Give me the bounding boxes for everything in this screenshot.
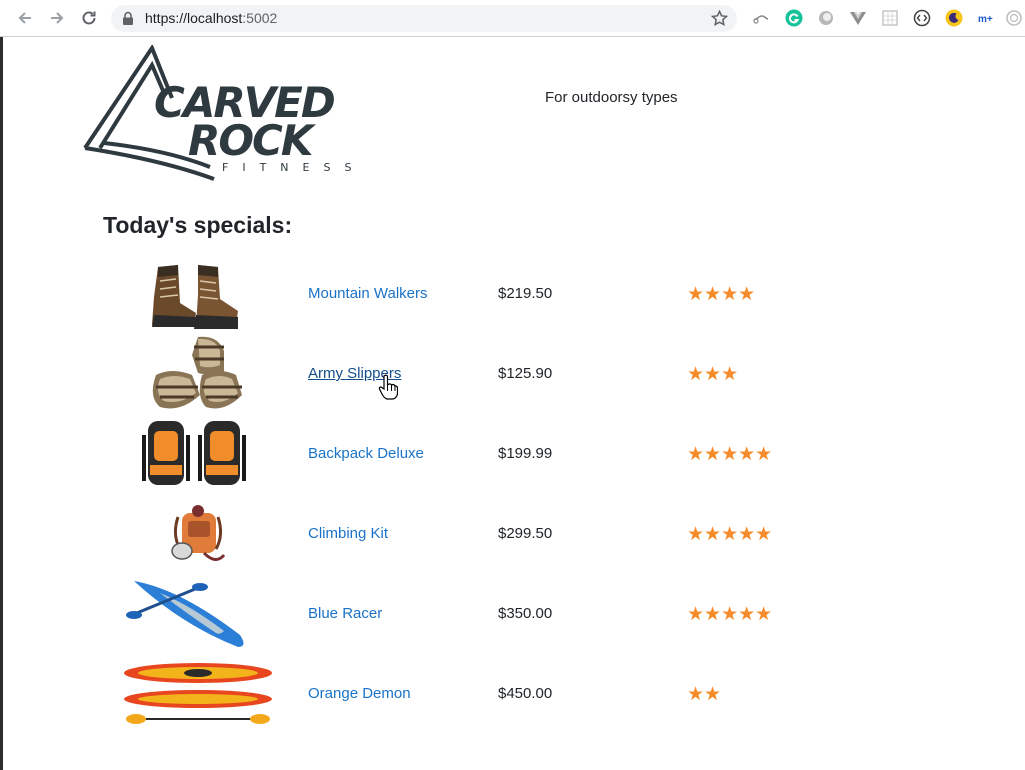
product-row: Backpack Deluxe $199.99 ★★★★★: [120, 415, 820, 495]
product-price: $125.90: [498, 365, 553, 382]
product-price: $450.00: [498, 685, 553, 702]
product-link[interactable]: Backpack Deluxe: [308, 445, 424, 462]
extension-circle-icon[interactable]: [817, 9, 835, 27]
product-image-boots[interactable]: [120, 255, 275, 335]
carved-rock-logo[interactable]: CARVED ROCK FITNESS: [82, 45, 366, 182]
product-rating: ★★★★★: [687, 604, 773, 625]
product-rating: ★★: [687, 684, 722, 705]
product-link[interactable]: Climbing Kit: [308, 525, 388, 542]
product-row: Army Slippers $125.90 ★★★: [120, 335, 820, 415]
product-price: $219.50: [498, 285, 553, 302]
product-price: $350.00: [498, 605, 553, 622]
reload-icon: [82, 11, 96, 25]
lock-icon: [123, 11, 133, 25]
bookmark-star-icon[interactable]: [710, 9, 729, 28]
svg-text:m+: m+: [978, 14, 993, 25]
arrow-left-icon: [18, 12, 31, 24]
address-bar[interactable]: https://localhost:5002: [111, 5, 737, 32]
back-button[interactable]: [14, 7, 36, 29]
extension-grammarly-icon[interactable]: [785, 9, 803, 27]
product-row: Blue Racer $350.00 ★★★★★: [120, 575, 820, 655]
product-price: $299.50: [498, 525, 553, 542]
forward-button[interactable]: [46, 7, 68, 29]
extension-vue-icon[interactable]: [849, 9, 867, 27]
url-port: :5002: [242, 10, 278, 26]
svg-text:ROCK: ROCK: [188, 116, 317, 165]
product-link[interactable]: Orange Demon: [308, 685, 411, 702]
background-window-edge: [0, 37, 3, 770]
extension-scissors-icon[interactable]: [752, 9, 770, 27]
extension-m-plus-icon[interactable]: m+: [977, 9, 995, 27]
product-price: $199.99: [498, 445, 553, 462]
extension-moon-icon[interactable]: [945, 9, 963, 27]
product-rating: ★★★★★: [687, 524, 773, 545]
extension-grid-icon[interactable]: [881, 9, 899, 27]
product-link[interactable]: Mountain Walkers: [308, 285, 428, 302]
extension-spiral-icon[interactable]: [1005, 9, 1023, 27]
product-image-backpacks[interactable]: [120, 415, 275, 495]
product-link[interactable]: Blue Racer: [308, 605, 382, 622]
url-text: https://localhost:5002: [145, 10, 277, 26]
page-title: Today's specials:: [103, 212, 293, 238]
product-image-sandals[interactable]: [120, 335, 275, 415]
extension-code-icon[interactable]: [913, 9, 931, 27]
product-row: Orange Demon $450.00 ★★: [120, 655, 820, 735]
product-rating: ★★★★: [687, 284, 756, 305]
product-image-climbing-kit[interactable]: [120, 495, 275, 575]
product-row: Mountain Walkers $219.50 ★★★★: [120, 255, 820, 335]
url-host: https://localhost: [145, 10, 243, 26]
svg-text:FITNESS: FITNESS: [222, 161, 365, 174]
product-image-orange-kayak[interactable]: [120, 655, 275, 735]
product-link[interactable]: Army Slippers: [308, 365, 401, 382]
browser-toolbar: https://localhost:5002 m+: [0, 0, 1025, 37]
reload-button[interactable]: [78, 7, 100, 29]
arrow-right-icon: [51, 12, 64, 24]
product-rating: ★★★★★: [687, 444, 773, 465]
tagline: For outdoorsy types: [545, 89, 678, 106]
product-row: Climbing Kit $299.50 ★★★★★: [120, 495, 820, 575]
product-image-blue-kayak[interactable]: [120, 575, 275, 655]
product-rating: ★★★: [687, 364, 739, 385]
